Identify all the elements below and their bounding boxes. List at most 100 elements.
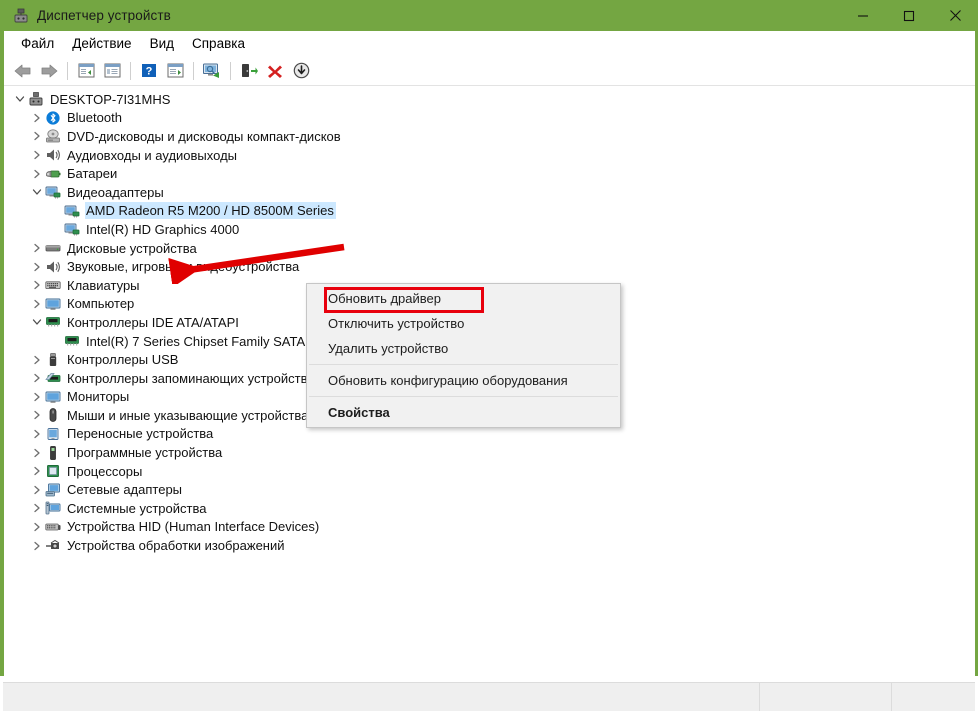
context-menu-item-uninstall-device[interactable]: Удалить устройство xyxy=(307,336,620,361)
dvd-drive-icon xyxy=(45,128,61,144)
close-icon[interactable] xyxy=(932,0,978,31)
tree-item-processors[interactable]: Процессоры xyxy=(4,462,975,481)
chevron-right-icon[interactable] xyxy=(29,482,45,498)
uninstall-device-icon[interactable] xyxy=(263,59,287,83)
tree-item-batteries[interactable]: Батареи xyxy=(4,164,975,183)
tree-item-disk-drives[interactable]: Дисковые устройства xyxy=(4,239,975,258)
toolbar-separator-1 xyxy=(67,61,68,80)
menu-action[interactable]: Действие xyxy=(63,33,140,54)
window-title: Диспетчер устройств xyxy=(37,8,171,23)
chevron-right-icon[interactable] xyxy=(29,426,45,442)
tree-root-node[interactable]: DESKTOP-7I31MHS xyxy=(4,90,975,109)
forward-icon[interactable] xyxy=(37,59,61,83)
tree-item-label: Устройства обработки изображений xyxy=(67,538,285,554)
tree-item-network-adapters[interactable]: Сетевые адаптеры xyxy=(4,480,975,499)
tree-item-dvd-drives[interactable]: DVD-дисководы и дисководы компакт-дисков xyxy=(4,127,975,146)
chevron-down-icon[interactable] xyxy=(29,184,45,200)
chevron-down-icon[interactable] xyxy=(29,314,45,330)
context-menu-item-label: Обновить конфигурацию оборудования xyxy=(328,373,568,388)
scan-hardware-changes-icon[interactable] xyxy=(200,59,224,83)
tree-item-intel-hd-graphics[interactable]: Intel(R) HD Graphics 4000 xyxy=(4,220,975,239)
back-icon[interactable] xyxy=(11,59,35,83)
toolbar: ? xyxy=(4,56,975,86)
svg-text:?: ? xyxy=(146,66,153,78)
show-hide-console-tree-icon[interactable] xyxy=(74,59,98,83)
tree-item-hid-devices[interactable]: Устройства HID (Human Interface Devices) xyxy=(4,518,975,537)
context-menu-item-update-driver[interactable]: Обновить драйвер xyxy=(307,286,620,311)
chevron-right-icon[interactable] xyxy=(29,166,45,182)
help-icon[interactable]: ? xyxy=(137,59,161,83)
chevron-right-icon[interactable] xyxy=(29,110,45,126)
disable-device-icon[interactable] xyxy=(289,59,313,83)
tree-item-label: Звуковые, игровые и видеоустройства xyxy=(67,259,300,275)
context-menu-separator xyxy=(309,364,618,365)
chevron-right-icon[interactable] xyxy=(29,519,45,535)
tree-item-label: Сетевые адаптеры xyxy=(67,482,183,498)
chevron-right-icon[interactable] xyxy=(29,538,45,554)
network-adapter-icon xyxy=(45,482,61,498)
chevron-right-icon[interactable] xyxy=(29,445,45,461)
tree-item-label: Системные устройства xyxy=(67,500,207,516)
context-menu[interactable]: Обновить драйвер Отключить устройство Уд… xyxy=(306,283,621,428)
mouse-icon xyxy=(45,407,61,423)
chevron-down-icon[interactable] xyxy=(12,91,28,107)
device-tree[interactable]: DESKTOP-7I31MHS Bluetooth DVD-дисководы … xyxy=(4,86,975,682)
properties-icon[interactable] xyxy=(100,59,124,83)
tree-item-label: Контроллеры IDE ATA/ATAPI xyxy=(67,314,239,330)
chevron-right-icon[interactable] xyxy=(29,370,45,386)
tree-item-software-devices[interactable]: Программные устройства xyxy=(4,443,975,462)
context-menu-item-scan-hardware-changes[interactable]: Обновить конфигурацию оборудования xyxy=(307,368,620,393)
maximize-icon[interactable] xyxy=(886,0,932,31)
disk-drive-icon xyxy=(45,240,61,256)
context-menu-item-properties[interactable]: Свойства xyxy=(307,400,620,425)
usb-icon xyxy=(45,352,61,368)
display-adapter-icon xyxy=(64,221,80,237)
tree-item-audio-inputs-outputs[interactable]: Аудиовходы и аудиовыходы xyxy=(4,146,975,165)
update-driver-icon[interactable] xyxy=(237,59,261,83)
tree-item-sound-video-game-controllers[interactable]: Звуковые, игровые и видеоустройства xyxy=(4,257,975,276)
tree-item-label: Переносные устройства xyxy=(67,426,214,442)
context-menu-item-disable-device[interactable]: Отключить устройство xyxy=(307,311,620,336)
imaging-device-icon xyxy=(45,538,61,554)
chevron-right-icon[interactable] xyxy=(29,463,45,479)
menu-view[interactable]: Вид xyxy=(141,33,183,54)
audio-icon xyxy=(45,147,61,163)
menu-file[interactable]: Файл xyxy=(12,33,63,54)
sound-device-icon xyxy=(45,259,61,275)
storage-controller-icon xyxy=(45,370,61,386)
context-menu-item-label: Отключить устройство xyxy=(328,316,465,331)
tree-item-imaging-devices[interactable]: Устройства обработки изображений xyxy=(4,536,975,555)
chevron-right-icon[interactable] xyxy=(29,296,45,312)
menu-help[interactable]: Справка xyxy=(183,33,254,54)
toolbar-separator-4 xyxy=(230,61,231,80)
computer-root-icon xyxy=(28,91,44,107)
chevron-right-icon[interactable] xyxy=(29,407,45,423)
device-manager-window: Диспетчер устройств Файл Действие Вид Сп… xyxy=(0,0,978,711)
minimize-icon[interactable] xyxy=(840,0,886,31)
status-bar-cell-1 xyxy=(3,683,760,711)
tree-item-label: Видеоадаптеры xyxy=(67,184,164,200)
show-hide-action-pane-icon[interactable] xyxy=(163,59,187,83)
tree-item-amd-radeon[interactable]: AMD Radeon R5 M200 / HD 8500M Series xyxy=(4,202,975,221)
tree-item-label: Программные устройства xyxy=(67,445,223,461)
ide-controller-icon xyxy=(45,314,61,330)
chevron-right-icon[interactable] xyxy=(29,240,45,256)
context-menu-item-label: Обновить драйвер xyxy=(328,291,442,306)
tree-item-bluetooth[interactable]: Bluetooth xyxy=(4,109,975,128)
display-adapter-icon xyxy=(45,184,61,200)
context-menu-item-label: Удалить устройство xyxy=(328,341,449,356)
status-bar-cell-2 xyxy=(760,683,892,711)
keyboard-icon xyxy=(45,277,61,293)
tree-item-display-adapters[interactable]: Видеоадаптеры xyxy=(4,183,975,202)
chevron-right-icon[interactable] xyxy=(29,389,45,405)
chevron-right-icon[interactable] xyxy=(29,128,45,144)
chevron-right-icon[interactable] xyxy=(29,500,45,516)
chevron-right-icon[interactable] xyxy=(29,259,45,275)
chevron-right-icon[interactable] xyxy=(29,277,45,293)
device-manager-icon xyxy=(13,8,29,24)
chevron-right-icon[interactable] xyxy=(29,147,45,163)
battery-icon xyxy=(45,166,61,182)
tree-item-label: Процессоры xyxy=(67,463,143,479)
tree-item-system-devices[interactable]: Системные устройства xyxy=(4,499,975,518)
chevron-right-icon[interactable] xyxy=(29,352,45,368)
